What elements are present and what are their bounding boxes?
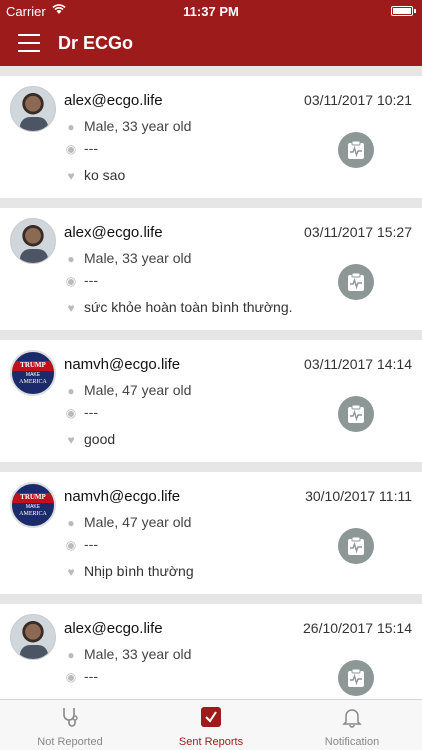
avatar bbox=[10, 86, 56, 132]
clipboard-ecg-icon bbox=[348, 404, 364, 423]
clipboard-ecg-icon bbox=[348, 536, 364, 555]
tab-bar: Not Reported Sent Reports Notification bbox=[0, 699, 422, 750]
tab-sent-reports[interactable]: Sent Reports bbox=[141, 700, 281, 750]
clipboard-ecg-icon bbox=[348, 140, 364, 159]
person-icon: ● bbox=[67, 120, 75, 134]
location-row: ◉ --- bbox=[64, 272, 98, 288]
gender-age-text: Male, 47 year old bbox=[84, 514, 192, 530]
avatar bbox=[10, 614, 56, 660]
note-row: ♥ sức khỏe hoàn toàn bình thường. bbox=[64, 299, 293, 315]
tab-notification[interactable]: Notification bbox=[282, 700, 422, 750]
note-row: ♥ Nhịp bình thường bbox=[64, 563, 194, 579]
person-icon: ● bbox=[67, 384, 75, 398]
location-text: --- bbox=[84, 272, 98, 288]
bell-icon bbox=[342, 709, 362, 728]
heart-icon: ♥ bbox=[67, 433, 75, 447]
gender-age-text: Male, 47 year old bbox=[84, 382, 192, 398]
tab-label: Not Reported bbox=[37, 736, 103, 748]
report-date: 03/11/2017 15:27 bbox=[304, 224, 412, 240]
view-report-button[interactable] bbox=[338, 660, 374, 696]
gender-age-row: ● Male, 47 year old bbox=[64, 382, 191, 398]
location-pin-icon: ◉ bbox=[65, 142, 77, 156]
stethoscope-icon bbox=[63, 708, 78, 727]
patient-email: alex@ecgo.life bbox=[64, 620, 163, 637]
avatar-badge-text: TRUMP bbox=[20, 361, 46, 369]
gender-age-text: Male, 33 year old bbox=[84, 118, 192, 134]
report-date: 03/11/2017 10:21 bbox=[304, 92, 412, 108]
avatar bbox=[10, 218, 56, 264]
location-pin-icon: ◉ bbox=[65, 274, 77, 288]
avatar: TRUMP MAKE AMERICA bbox=[10, 350, 56, 396]
tab-not-reported[interactable]: Not Reported bbox=[0, 700, 140, 750]
gender-age-text: Male, 33 year old bbox=[84, 646, 192, 662]
avatar: TRUMP MAKE AMERICA bbox=[10, 482, 56, 528]
note-text: sức khỏe hoàn toàn bình thường. bbox=[84, 299, 293, 315]
gender-age-row: ● Male, 33 year old bbox=[64, 118, 191, 134]
clipboard-ecg-icon bbox=[348, 668, 364, 687]
patient-email: namvh@ecgo.life bbox=[64, 356, 181, 373]
heart-icon: ♥ bbox=[67, 565, 75, 579]
report-date: 03/11/2017 14:14 bbox=[304, 356, 412, 372]
view-report-button[interactable] bbox=[338, 528, 374, 564]
report-card[interactable]: alex@ecgo.life 03/11/2017 10:21 ● Male, 33 … bbox=[0, 76, 422, 198]
location-row: ◉ --- bbox=[64, 536, 98, 552]
report-card[interactable]: TRUMP MAKE AMERICA namvh@ecgo.life 30/10/201… bbox=[0, 472, 422, 594]
avatar-badge-text: MAKE bbox=[25, 372, 41, 378]
checkbox-icon bbox=[201, 707, 221, 727]
clipboard-ecg-icon bbox=[348, 272, 364, 291]
clock: 11:37 PM bbox=[183, 4, 239, 19]
view-report-button[interactable] bbox=[338, 396, 374, 432]
patient-email: namvh@ecgo.life bbox=[64, 488, 181, 505]
tab-label: Notification bbox=[324, 736, 380, 748]
avatar-badge-text: AMERICA bbox=[19, 511, 47, 517]
patient-email: alex@ecgo.life bbox=[64, 224, 163, 241]
gender-age-row: ● Male, 47 year old bbox=[64, 514, 191, 530]
hamburger-menu-icon[interactable] bbox=[18, 34, 40, 52]
page-title: Dr ECGo bbox=[58, 33, 134, 53]
location-row: ◉ --- bbox=[64, 668, 98, 684]
avatar-badge-text: TRUMP bbox=[20, 493, 46, 501]
location-row: ◉ --- bbox=[64, 404, 98, 420]
status-bar: Carrier 11:37 PM bbox=[0, 0, 422, 22]
report-date: 26/10/2017 15:14 bbox=[303, 620, 412, 636]
report-card[interactable]: alex@ecgo.life 26/10/2017 15:14 ● Male, 33 … bbox=[0, 604, 422, 699]
gender-age-row: ● Male, 33 year old bbox=[64, 250, 191, 266]
location-row: ◉ --- bbox=[64, 140, 98, 156]
note-text: Nhịp bình thường bbox=[84, 563, 194, 579]
gender-age-row: ● Male, 33 year old bbox=[64, 646, 191, 662]
avatar-badge-text: AMERICA bbox=[19, 379, 47, 385]
person-icon: ● bbox=[67, 516, 75, 530]
battery-cap bbox=[414, 9, 416, 13]
view-report-button[interactable] bbox=[338, 132, 374, 168]
note-text: ko sao bbox=[84, 167, 126, 183]
location-pin-icon: ◉ bbox=[65, 538, 77, 552]
heart-icon: ♥ bbox=[67, 301, 75, 315]
patient-email: alex@ecgo.life bbox=[64, 92, 163, 109]
location-pin-icon: ◉ bbox=[65, 670, 77, 684]
note-row: ♥ good bbox=[64, 431, 115, 447]
location-text: --- bbox=[84, 536, 98, 552]
gender-age-text: Male, 33 year old bbox=[84, 250, 192, 266]
note-row: ♥ ko sao bbox=[64, 167, 125, 183]
location-text: --- bbox=[84, 140, 98, 156]
avatar-badge-text: MAKE bbox=[25, 504, 41, 510]
navigation-bar: Dr ECGo bbox=[0, 22, 422, 66]
battery-icon bbox=[391, 6, 413, 16]
location-text: --- bbox=[84, 668, 98, 684]
view-report-button[interactable] bbox=[338, 264, 374, 300]
location-text: --- bbox=[84, 404, 98, 420]
tab-label: Sent Reports bbox=[178, 736, 244, 748]
report-date: 30/10/2017 11:11 bbox=[305, 488, 412, 504]
note-text: good bbox=[84, 431, 116, 447]
person-icon: ● bbox=[67, 648, 75, 662]
heart-icon: ♥ bbox=[67, 169, 75, 183]
report-card[interactable]: TRUMP MAKE AMERICA namvh@ecgo.life 03/11/201… bbox=[0, 340, 422, 462]
report-card[interactable]: alex@ecgo.life 03/11/2017 15:27 ● Male, 33 … bbox=[0, 208, 422, 330]
person-icon: ● bbox=[67, 252, 75, 266]
report-list[interactable]: alex@ecgo.life 03/11/2017 10:21 ● Male, 33 … bbox=[0, 66, 422, 699]
location-pin-icon: ◉ bbox=[65, 406, 77, 420]
